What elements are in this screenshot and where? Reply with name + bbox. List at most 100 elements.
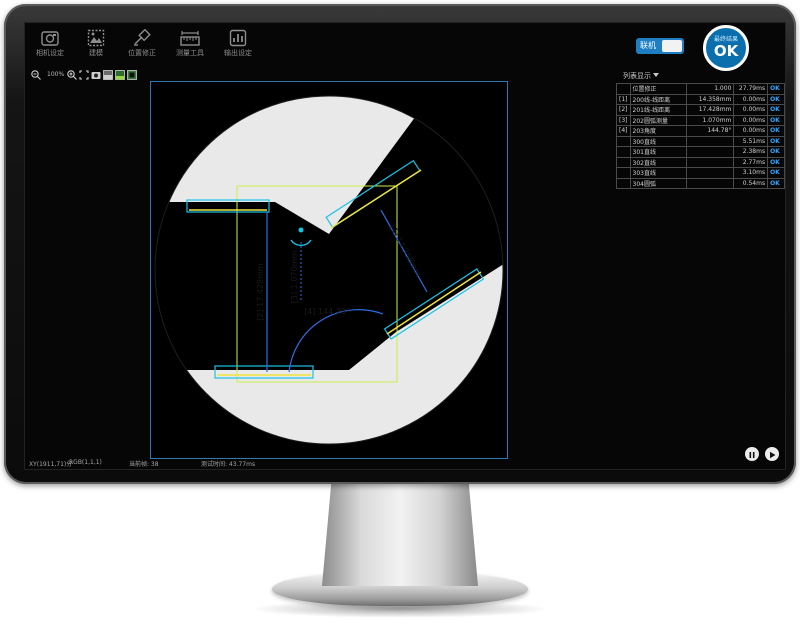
- model-icon: [87, 29, 105, 47]
- row-name: 201线-线距离: [629, 104, 687, 116]
- row-name: 200线-线距离: [629, 93, 687, 105]
- row-name: 202圆弧测量: [629, 114, 687, 126]
- result-row[interactable]: 300直线 5.51ms OK: [616, 135, 785, 147]
- display-mode-icon[interactable]: [103, 70, 113, 80]
- play-icon: [770, 451, 776, 459]
- measurement-canvas: [2] 17.428mm [3] 1.070mm [1] 14.358mm [4…: [154, 95, 504, 445]
- row-status: OK: [767, 104, 785, 116]
- result-row[interactable]: 302直线 2.77ms OK: [616, 156, 785, 168]
- tool-label: 测量工具: [176, 49, 204, 57]
- row-tag: [2]: [616, 104, 631, 116]
- row-time: 0.00ms: [733, 114, 769, 126]
- image-view[interactable]: [2] 17.428mm [3] 1.070mm [1] 14.358mm [4…: [150, 81, 508, 459]
- annotation-d2: [2] 17.428mm: [256, 263, 265, 321]
- grid-toggle-icon[interactable]: [127, 70, 137, 80]
- list-display-title: 列表显示: [623, 72, 651, 80]
- fit-screen-icon[interactable]: [79, 70, 89, 80]
- toggle-knob: [662, 40, 682, 52]
- row-tag: [616, 167, 631, 179]
- row-value: 1.070mm: [685, 114, 735, 126]
- row-tag: [616, 156, 631, 168]
- connect-toggle[interactable]: 联机: [636, 38, 684, 54]
- play-button[interactable]: [765, 447, 779, 461]
- row-name: 302直线: [629, 156, 687, 168]
- result-row[interactable]: [3] 202圆弧测量 1.070mm 0.00ms OK: [616, 114, 785, 126]
- row-time: 0.00ms: [733, 104, 769, 116]
- annotation-d1: [1] 14.358mm: [388, 223, 423, 278]
- row-value: [685, 177, 735, 189]
- status-bar: XY(1911,71)分 RGB(1,1,1) 当前帧: 38 测试时间: 43…: [25, 458, 785, 469]
- row-name: 301直线: [629, 146, 687, 158]
- row-time: 2.38ms: [733, 146, 769, 158]
- pause-icon: [749, 452, 755, 458]
- row-time: 0.00ms: [733, 125, 769, 137]
- row-tag: [3]: [616, 114, 631, 126]
- row-value: [685, 146, 735, 158]
- final-result-badge: 最终结果 OK: [703, 25, 749, 71]
- zoom-out-icon[interactable]: [31, 70, 41, 80]
- result-row[interactable]: [4] 203角度 144.78° 0.00ms OK: [616, 125, 785, 137]
- monitor-screen: 相机设定 建模 位置修正 测量工具 输出设定 联机 最终结果 OK 100% […: [24, 22, 786, 470]
- tool-camera-settings[interactable]: 相机设定: [25, 29, 75, 69]
- result-row[interactable]: 301直线 2.38ms OK: [616, 146, 785, 158]
- row-time: 27.79ms: [733, 83, 769, 95]
- row-time: 0.00ms: [733, 93, 769, 105]
- row-time: 2.77ms: [733, 156, 769, 168]
- tool-output-settings[interactable]: 输出设定: [213, 29, 263, 69]
- monitor-bezel: 相机设定 建模 位置修正 测量工具 输出设定 联机 最终结果 OK 100% […: [4, 4, 796, 484]
- pause-button[interactable]: [745, 447, 759, 461]
- brush-icon: [134, 29, 151, 46]
- tool-position-correction[interactable]: 位置修正: [117, 29, 167, 69]
- status-frame: 当前帧: 38: [129, 461, 159, 468]
- tool-label: 相机设定: [36, 49, 64, 57]
- status-xy: XY(1911,71)分: [29, 461, 73, 468]
- tool-label: 建模: [89, 49, 103, 57]
- row-tag: [4]: [616, 125, 631, 137]
- ruler-icon: [180, 31, 200, 46]
- row-tag: [616, 83, 631, 95]
- row-value: 144.78°: [685, 125, 735, 137]
- result-row[interactable]: [1] 200线-线距离 14.358mm 0.00ms OK: [616, 93, 785, 105]
- row-name: 203角度: [629, 125, 687, 137]
- row-status: OK: [767, 135, 785, 147]
- status-test-time: 测试时间: 43.77ms: [201, 461, 256, 468]
- row-tag: [616, 146, 631, 158]
- row-value: [685, 135, 735, 147]
- tool-label: 位置修正: [128, 49, 156, 57]
- connect-label: 联机: [640, 41, 656, 50]
- row-status: OK: [767, 177, 785, 189]
- row-status: OK: [767, 156, 785, 168]
- row-tag: [616, 177, 631, 189]
- status-rgb: RGB(1,1,1): [69, 459, 102, 466]
- row-value: [685, 156, 735, 168]
- row-time: 3.10ms: [733, 167, 769, 179]
- snapshot-camera-icon[interactable]: [91, 70, 101, 80]
- result-row[interactable]: 位置修正 1.000 27.79ms OK: [616, 83, 785, 95]
- result-row[interactable]: 304圆弧 0.54ms OK: [616, 177, 785, 189]
- camera-icon: [41, 31, 59, 46]
- zoom-strip: 100%: [29, 69, 149, 83]
- row-status: OK: [767, 125, 785, 137]
- row-value: 17.428mm: [685, 104, 735, 116]
- result-row[interactable]: 303直线 3.10ms OK: [616, 167, 785, 179]
- list-dropdown-caret-icon[interactable]: [653, 73, 659, 77]
- row-tag: [1]: [616, 93, 631, 105]
- tool-modeling[interactable]: 建模: [71, 29, 121, 69]
- row-value: 14.358mm: [685, 93, 735, 105]
- overlay-icon[interactable]: [115, 70, 125, 80]
- zoom-in-icon[interactable]: [67, 70, 77, 80]
- row-status: OK: [767, 146, 785, 158]
- tool-label: 输出设定: [224, 49, 252, 57]
- row-time: 5.51ms: [733, 135, 769, 147]
- zoom-level: 100%: [47, 71, 65, 78]
- result-table: 位置修正 1.000 27.79ms OK [1] 200线-线距离 14.358mm 0.0…: [616, 83, 785, 189]
- part-silhouette: [155, 96, 503, 444]
- row-status: OK: [767, 83, 785, 95]
- output-chart-icon: [229, 29, 247, 47]
- row-status: OK: [767, 93, 785, 105]
- row-name: 303直线: [629, 167, 687, 179]
- tool-measurement[interactable]: 测量工具: [165, 29, 215, 69]
- row-value: 1.000: [685, 83, 735, 95]
- annotation-d4: [4] 144.78°: [304, 307, 350, 316]
- result-row[interactable]: [2] 201线-线距离 17.428mm 0.00ms OK: [616, 104, 785, 116]
